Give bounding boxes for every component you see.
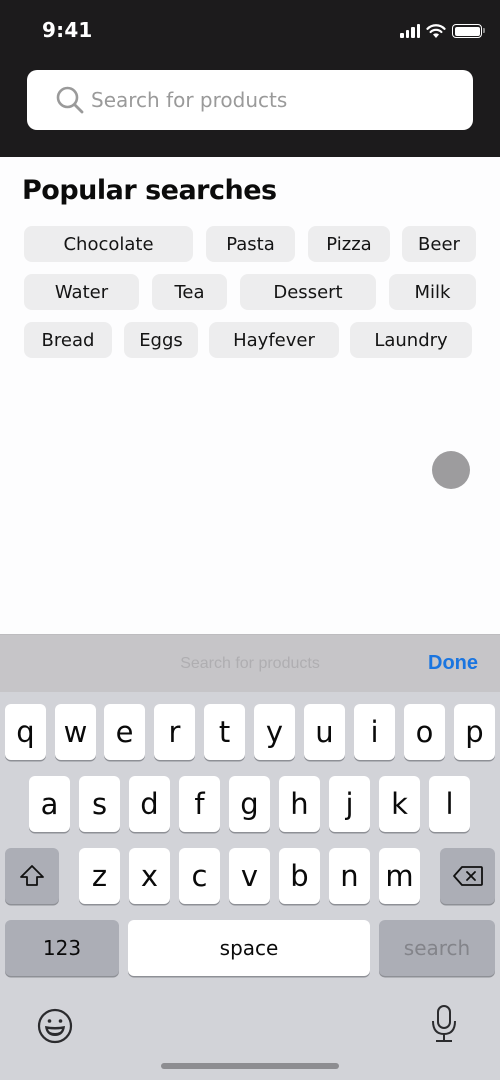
status-icons [400, 22, 485, 40]
key-j[interactable]: j [329, 776, 370, 832]
key-l[interactable]: l [429, 776, 470, 832]
key-m[interactable]: m [379, 848, 420, 904]
delete-icon [452, 866, 483, 886]
chip-beer[interactable]: Beer [402, 226, 476, 262]
chip-pasta[interactable]: Pasta [206, 226, 295, 262]
search-bar[interactable] [27, 70, 473, 130]
touch-indicator [432, 451, 470, 489]
key-i[interactable]: i [354, 704, 395, 760]
chip-laundry[interactable]: Laundry [350, 322, 472, 358]
done-button[interactable]: Done [428, 652, 478, 675]
key-s[interactable]: s [79, 776, 120, 832]
space-key[interactable]: space [128, 920, 370, 976]
popular-searches-title: Popular searches [22, 175, 277, 206]
chip-chocolate[interactable]: Chocolate [24, 226, 193, 262]
key-o[interactable]: o [404, 704, 445, 760]
shift-key[interactable] [5, 848, 59, 904]
microphone-icon[interactable] [430, 1004, 458, 1044]
key-p[interactable]: p [454, 704, 495, 760]
cellular-signal-icon [400, 24, 420, 38]
chip-pizza[interactable]: Pizza [308, 226, 390, 262]
search-input[interactable] [91, 88, 451, 112]
chip-dessert[interactable]: Dessert [240, 274, 376, 310]
numbers-key[interactable]: 123 [5, 920, 119, 976]
keyboard-accessory-bar: Search for products Done [0, 634, 500, 692]
home-indicator[interactable] [161, 1063, 339, 1069]
key-w[interactable]: w [55, 704, 96, 760]
key-g[interactable]: g [229, 776, 270, 832]
key-b[interactable]: b [279, 848, 320, 904]
chip-water[interactable]: Water [24, 274, 139, 310]
shift-icon [20, 865, 44, 886]
search-return-key[interactable]: search [379, 920, 495, 976]
key-y[interactable]: y [254, 704, 295, 760]
key-u[interactable]: u [304, 704, 345, 760]
key-t[interactable]: t [204, 704, 245, 760]
keyboard: q w e r t y u i o p a s d f g h j k l z … [0, 692, 500, 1080]
key-n[interactable]: n [329, 848, 370, 904]
emoji-icon[interactable] [37, 1008, 73, 1044]
key-a[interactable]: a [29, 776, 70, 832]
chip-bread[interactable]: Bread [24, 322, 112, 358]
accessory-hint: Search for products [180, 655, 320, 672]
key-k[interactable]: k [379, 776, 420, 832]
status-time: 9:41 [42, 18, 93, 42]
search-icon [56, 86, 84, 114]
key-d[interactable]: d [129, 776, 170, 832]
wifi-icon [426, 23, 446, 38]
chip-milk[interactable]: Milk [389, 274, 476, 310]
key-h[interactable]: h [279, 776, 320, 832]
key-v[interactable]: v [229, 848, 270, 904]
key-r[interactable]: r [154, 704, 195, 760]
key-f[interactable]: f [179, 776, 220, 832]
chip-hayfever[interactable]: Hayfever [209, 322, 339, 358]
delete-key[interactable] [440, 848, 495, 904]
chip-tea[interactable]: Tea [152, 274, 227, 310]
key-c[interactable]: c [179, 848, 220, 904]
battery-icon [452, 24, 485, 38]
key-x[interactable]: x [129, 848, 170, 904]
key-q[interactable]: q [5, 704, 46, 760]
chip-eggs[interactable]: Eggs [124, 322, 198, 358]
key-z[interactable]: z [79, 848, 120, 904]
key-e[interactable]: e [104, 704, 145, 760]
app-header: 9:41 [0, 0, 500, 157]
